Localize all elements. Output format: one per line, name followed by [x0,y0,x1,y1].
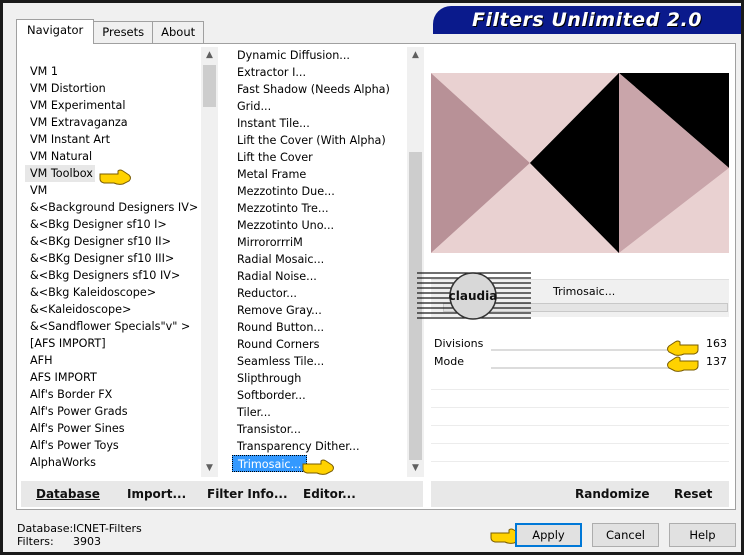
category-item[interactable]: AlphaWorks [25,454,200,471]
app-title: Filters Unlimited 2.0 [472,9,702,31]
tab-presets[interactable]: Presets [93,21,154,43]
preview-image [431,73,729,253]
tab-strip: Navigator Presets About [16,19,205,44]
filter-item[interactable]: Tiler... [232,404,407,421]
selected-filter-name: Trimosaic... [553,285,616,298]
param-slot-empty [431,445,729,462]
category-item[interactable]: VM 1 [25,63,200,80]
category-item[interactable]: &<Kaleidoscope> [25,301,200,318]
slider-track[interactable] [491,349,689,351]
category-item[interactable]: VM Toolbox [25,165,95,182]
help-button[interactable]: Help [669,523,736,547]
category-item[interactable]: [AFS IMPORT] [25,335,200,352]
filter-item[interactable]: Metal Frame [232,166,407,183]
category-item[interactable]: &<BKg Designer sf10 III> [25,250,200,267]
filter-preview [431,73,729,253]
category-item[interactable]: AFS IMPORT [25,369,200,386]
pointing-hand-icon [302,459,334,475]
filter-item[interactable]: Lift the Cover (With Alpha) [232,132,407,149]
param-slot-empty [431,391,729,408]
filter-item[interactable]: Radial Noise... [232,268,407,285]
category-item[interactable]: &<Background Designers IV> [25,199,200,216]
filter-item[interactable]: Extractor I... [232,64,407,81]
slider-track[interactable] [491,367,689,369]
category-item[interactable]: &<Sandflower Specials"v" > [25,318,200,335]
filter-item[interactable]: Slipthrough [232,370,407,387]
filter-item[interactable]: Instant Tile... [232,115,407,132]
filter-item[interactable]: Dynamic Diffusion... [232,47,407,64]
filter-item[interactable]: MirrororrriM [232,234,407,251]
filter-item[interactable]: Seamless Tile... [232,353,407,370]
scroll-up-arrow-icon[interactable]: ▲ [201,47,218,64]
watermark-logo: claudia [417,269,531,323]
watermark-text: claudia [449,289,498,303]
category-list[interactable]: VM 1 VM Distortion VM Experimental VM Extra… [25,63,200,477]
filter-item[interactable]: Round Button... [232,319,407,336]
category-item[interactable]: Alf's Power Grads [25,403,200,420]
filter-item[interactable]: Lift the Cover [232,149,407,166]
filter-item[interactable]: Fast Shadow (Needs Alpha) [232,81,407,98]
filter-item[interactable]: Softborder... [232,387,407,404]
category-item[interactable]: Alf's Power Sines [25,420,200,437]
category-scrollbar[interactable]: ▲ ▼ [201,47,218,477]
category-item[interactable]: &<BKg Designer sf10 II> [25,233,200,250]
tab-navigator[interactable]: Navigator [16,19,95,44]
pointing-hand-icon [99,169,131,185]
filters-unlimited-window: Filters Unlimited 2.0 Navigator Presets … [0,0,744,555]
preset-toolbar: Randomize Reset [431,481,729,507]
filter-item[interactable]: Mezzotinto Due... [232,183,407,200]
param-slot-empty [431,427,729,444]
editor-button[interactable]: Editor... [303,487,356,501]
category-item[interactable]: VM Distortion [25,80,200,97]
param-slot-empty [431,373,729,390]
param-slot-empty [431,409,729,426]
param-value: 163 [706,337,727,350]
filters-count-value: 3903 [73,535,101,548]
filter-item[interactable]: Radial Mosaic... [232,251,407,268]
param-label: Divisions [434,337,484,350]
pointing-hand-icon [667,356,699,372]
filter-item[interactable]: Trimosaic... [232,455,308,472]
category-item[interactable]: VM Instant Art [25,131,200,148]
scrollbar-thumb[interactable] [203,65,216,107]
database-button[interactable]: Database [36,487,100,501]
category-item[interactable]: &<Bkg Designers sf10 IV> [25,267,200,284]
scroll-down-arrow-icon[interactable]: ▼ [407,460,424,477]
filter-list[interactable]: Dynamic Diffusion... Extractor I... Fast S… [232,47,407,477]
category-item[interactable]: &<Bkg Kaleidoscope> [25,284,200,301]
filter-info-button[interactable]: Filter Info... [207,487,288,501]
cancel-button[interactable]: Cancel [592,523,659,547]
reset-button[interactable]: Reset [674,487,712,501]
filter-item[interactable]: Round Corners [232,336,407,353]
category-item[interactable]: &<Bkg Designer sf10 I> [25,216,200,233]
filter-item[interactable]: Mezzotinto Uno... [232,217,407,234]
scroll-up-arrow-icon[interactable]: ▲ [407,47,424,64]
filter-item[interactable]: Remove Gray... [232,302,407,319]
filter-item[interactable]: Transparency Dither... [232,438,407,455]
category-item[interactable]: Alf's Border FX [25,386,200,403]
tab-about[interactable]: About [152,21,205,43]
filter-item[interactable]: Reductor... [232,285,407,302]
filter-scrollbar[interactable]: ▲ ▼ [407,47,424,477]
category-item[interactable]: AFH [25,352,200,369]
param-label: Mode [434,355,464,368]
filters-count-label: Filters: [17,535,54,548]
title-banner: Filters Unlimited 2.0 [433,6,741,34]
category-item[interactable]: VM Experimental [25,97,200,114]
category-item[interactable]: VM Natural [25,148,200,165]
scroll-down-arrow-icon[interactable]: ▼ [201,460,218,477]
filter-item[interactable]: Mezzotinto Tre... [232,200,407,217]
filter-item[interactable]: Transistor... [232,421,407,438]
apply-button[interactable]: Apply [515,523,582,547]
category-item[interactable]: Alf's Power Toys [25,437,200,454]
database-value: ICNET-Filters [73,522,142,535]
filter-item[interactable]: Grid... [232,98,407,115]
category-item[interactable]: VM Extravaganza [25,114,200,131]
database-label: Database: [17,522,74,535]
param-value: 137 [706,355,727,368]
list-toolbar: Database Import... Filter Info... Editor… [21,481,423,507]
status-area: Database: ICNET-Filters Filters: 3903 [17,522,142,548]
import-button[interactable]: Import... [127,487,186,501]
randomize-button[interactable]: Randomize [575,487,649,501]
